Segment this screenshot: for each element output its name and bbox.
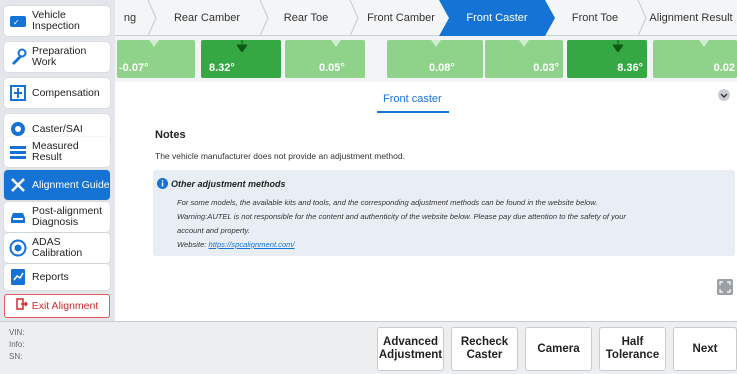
gauge-marker-icon — [331, 40, 341, 47]
sidebar-item-alignment-guide[interactable]: Alignment Guide — [4, 170, 110, 200]
adas-icon — [8, 238, 28, 258]
sidebar-item-preparation-work[interactable]: Preparation Work — [4, 42, 110, 72]
website-line: Website: https://spcalignment.com/ — [177, 240, 295, 249]
exit-alignment-label: Exit Alignment — [31, 300, 99, 312]
info-icon — [157, 178, 168, 189]
step-tab-previous[interactable]: ng — [115, 0, 145, 36]
advanced-adjustment-button[interactable]: Advanced Adjustment — [377, 327, 444, 371]
notes-title: Notes — [155, 129, 186, 141]
camera-button[interactable]: Camera — [525, 327, 592, 371]
warning-line: Warning:AUTEL is not responsible for the… — [177, 212, 626, 221]
gauge-marker-icon — [519, 40, 529, 47]
recheck-caster-button[interactable]: Recheck Caster — [451, 327, 518, 371]
sidebar-item-label: Measured Result — [32, 140, 79, 163]
wheel-icon — [8, 119, 28, 139]
sidebar-item-label: Reports — [32, 270, 69, 283]
sidebar-item-label: Post-alignment Diagnosis — [32, 205, 103, 228]
gauge-toe-right: 0.03° — [485, 40, 563, 78]
list-icon — [8, 142, 28, 162]
step-tab-front-camber[interactable]: Front Camber — [355, 0, 447, 36]
other-adjustment-box: Other adjustment methods For some models… — [153, 170, 735, 256]
gauge-value: 0.03° — [533, 62, 559, 74]
sidebar-item-post-alignment-diagnosis[interactable]: Post-alignment Diagnosis — [4, 202, 110, 232]
tools-icon — [8, 175, 28, 195]
step-tab-alignment-result[interactable]: Alignment Result — [645, 0, 737, 36]
sidebar-item-label: Caster/SAI — [32, 122, 83, 135]
step-separator — [147, 0, 157, 36]
tab-front-caster[interactable]: Front caster — [383, 93, 442, 105]
gauge-value: 8.36° — [617, 62, 643, 74]
gauge-caster-left: 8.32° — [201, 40, 281, 78]
sidebar-item-label: ADAS Calibration — [32, 236, 83, 259]
gauge-marker-icon — [431, 40, 441, 47]
compensation-icon — [8, 83, 28, 103]
gauge-marker-icon — [613, 40, 623, 52]
step-tab-rear-camber[interactable]: Rear Camber — [157, 0, 257, 36]
sidebar-item-vehicle-inspection[interactable]: ✓ Vehicle Inspection — [4, 6, 110, 36]
gauge-value: 0.02 — [713, 62, 735, 74]
car-icon — [8, 207, 28, 227]
gauge-value: 8.32° — [209, 62, 235, 74]
sidebar-item-label: Preparation Work — [32, 45, 87, 68]
sidebar-item-reports[interactable]: Reports — [4, 264, 110, 290]
info-label: Info: — [9, 340, 25, 349]
step-tab-front-caster[interactable]: Front Caster — [445, 0, 549, 36]
gauge-camber-left: 0.08° — [387, 40, 483, 78]
fullscreen-icon[interactable] — [717, 279, 733, 295]
wrench-icon — [8, 47, 28, 67]
gauge-strip: -0.07° 8.32° 0.05° 0.08° 0.03° 8.36° 0.0… — [115, 36, 737, 82]
report-icon — [8, 267, 28, 287]
exit-icon — [15, 297, 28, 315]
half-tolerance-button[interactable]: Half Tolerance — [599, 327, 666, 371]
website-label: Website: — [177, 240, 209, 249]
website-link[interactable]: https://spcalignment.com/ — [209, 240, 295, 249]
tab-underline — [377, 111, 449, 113]
chevron-down-icon[interactable] — [717, 88, 731, 102]
gauge-value: 0.08° — [429, 62, 455, 74]
gauge-value: -0.07° — [119, 62, 149, 74]
sidebar-item-adas-calibration[interactable]: ADAS Calibration — [4, 233, 110, 263]
other-adjustment-title: Other adjustment methods — [171, 179, 286, 189]
notes-text: The vehicle manufacturer does not provid… — [155, 151, 405, 161]
step-bar: ng Rear Camber Rear Toe Front Camber Fro… — [115, 0, 737, 36]
content-panel: Front caster Notes The vehicle manufactu… — [115, 82, 737, 321]
gauge-sai-left: 0.05° — [285, 40, 365, 78]
sn-label: SN: — [9, 352, 23, 361]
exit-alignment-button[interactable]: Exit Alignment — [4, 294, 110, 318]
sidebar-item-label: Alignment Guide — [32, 178, 110, 191]
next-button[interactable]: Next — [673, 327, 737, 371]
gauge-marker-icon — [149, 40, 159, 47]
vehicle-inspection-icon: ✓ — [8, 11, 28, 31]
gauge-rear-toe-left: -0.07° — [117, 40, 195, 78]
gauge-sai-right: 0.02 — [653, 40, 737, 78]
gauge-caster-right: 8.36° — [567, 40, 647, 78]
warning-line-continued: account and property. — [177, 226, 250, 235]
sidebar-item-measured-result[interactable]: Measured Result — [4, 137, 110, 167]
bottom-bar: VIN: Info: SN: Advanced Adjustment Reche… — [0, 321, 737, 374]
step-tab-front-toe[interactable]: Front Toe — [555, 0, 635, 36]
vin-label: VIN: — [9, 328, 25, 337]
gauge-marker-icon — [237, 40, 247, 52]
sidebar: ✓ Vehicle Inspection Preparation Work Co… — [0, 0, 115, 321]
other-adjustment-line: For some models, the available kits and … — [177, 198, 598, 207]
svg-text:✓: ✓ — [13, 18, 20, 27]
gauge-value: 0.05° — [319, 62, 345, 74]
sidebar-item-compensation[interactable]: Compensation — [4, 78, 110, 108]
sidebar-item-label: Vehicle Inspection — [32, 9, 80, 32]
sidebar-item-label: Compensation — [32, 86, 100, 99]
gauge-marker-icon — [699, 40, 709, 47]
step-tab-rear-toe[interactable]: Rear Toe — [265, 0, 347, 36]
